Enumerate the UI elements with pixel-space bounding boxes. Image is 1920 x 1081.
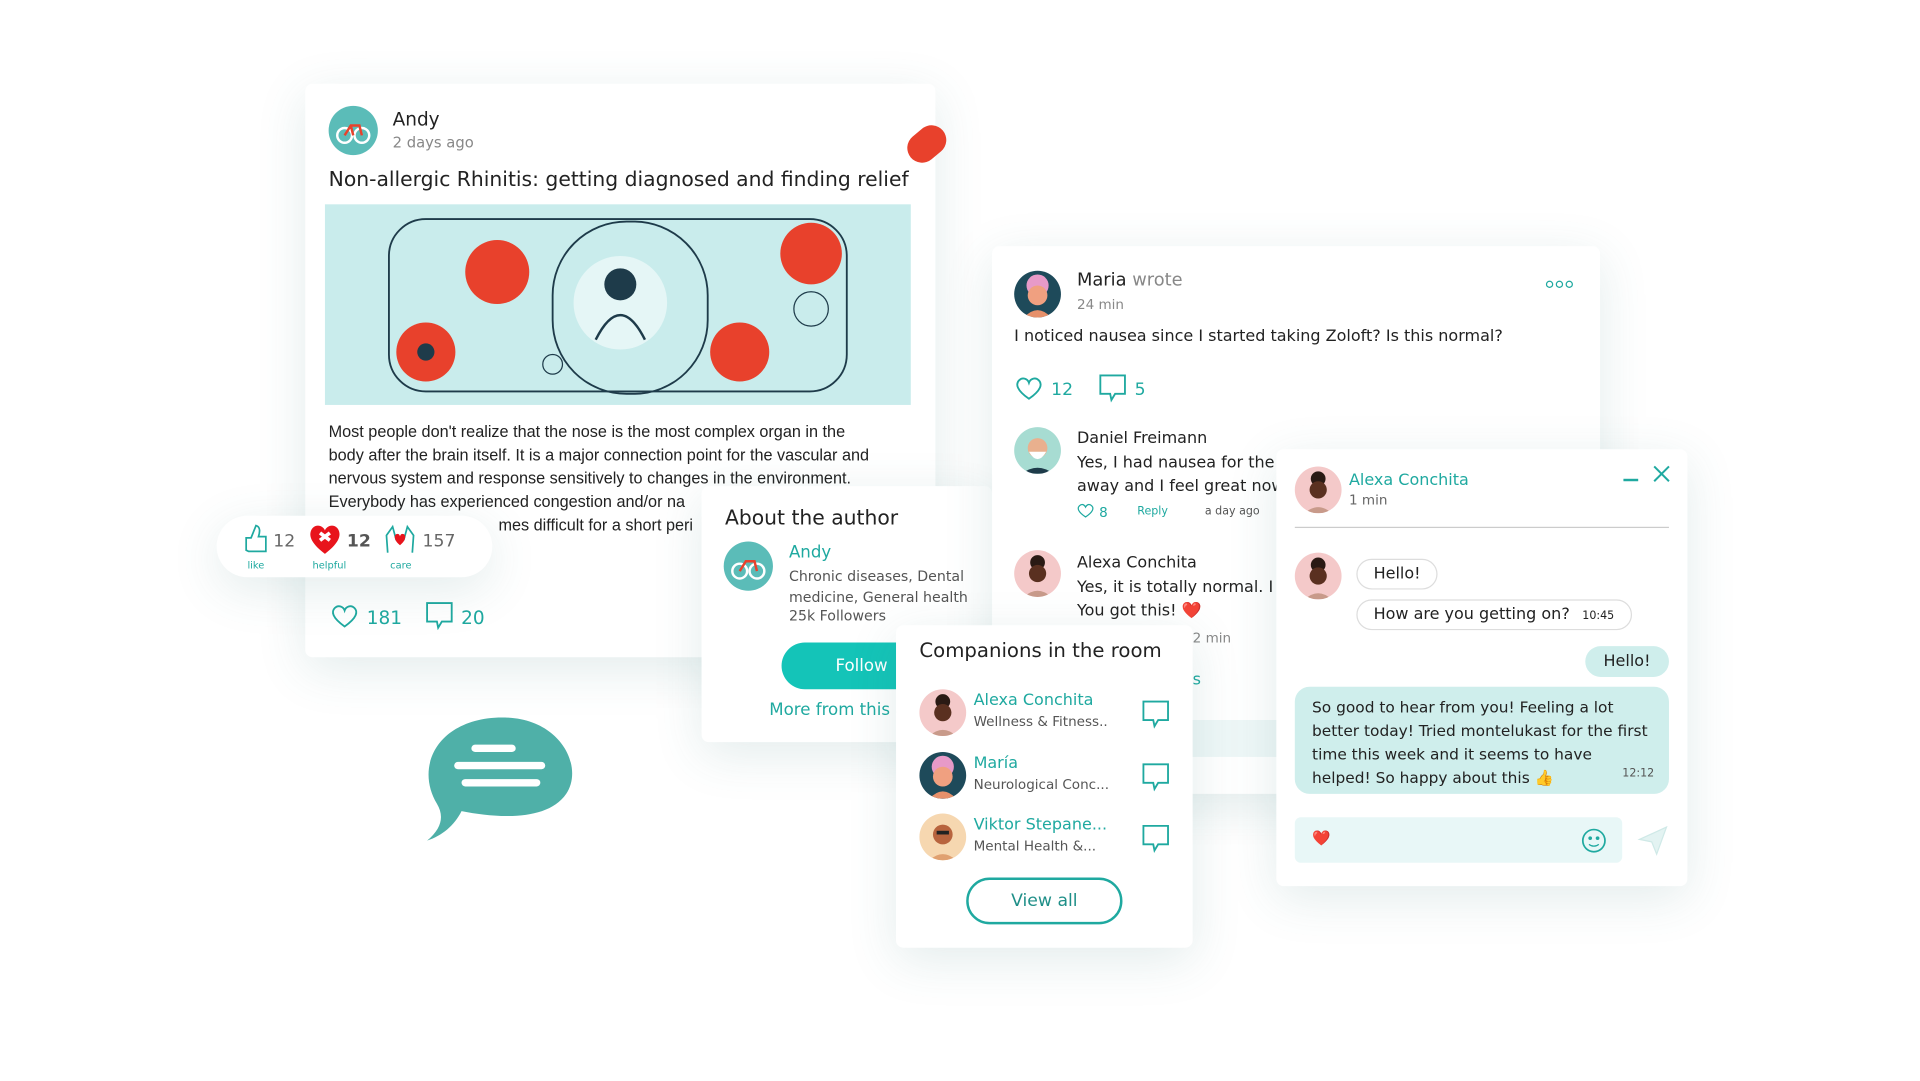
emoji-icon[interactable] — [1580, 827, 1607, 859]
daniel-avatar — [1014, 427, 1061, 474]
reply-line: away and I feel great now. — [1076, 477, 1289, 497]
avatar — [919, 752, 967, 799]
companion-item[interactable]: Viktor Stepane... Mental Health &... — [919, 813, 1177, 863]
message-bubble-own: Hello! — [1585, 646, 1669, 677]
companion-topic: Wellness & Fitness.. — [973, 713, 1108, 730]
minimize-icon[interactable] — [1623, 478, 1639, 481]
reply-button[interactable]: Reply — [1137, 506, 1168, 518]
avatar — [919, 813, 967, 861]
thread-question: I noticed nausea since I started taking … — [1014, 327, 1503, 346]
reaction-helpful[interactable]: 12 helpful — [307, 522, 371, 571]
message-bubble-own: So good to hear from you! Feeling a lot … — [1294, 686, 1669, 794]
sender-avatar — [1294, 552, 1342, 600]
reply-author[interactable]: Alexa Conchita — [1077, 554, 1197, 572]
author-avatar — [723, 541, 773, 591]
chat-input-value: ❤️ — [1312, 829, 1331, 847]
speech-bubble-decoration — [425, 717, 578, 848]
companion-topic: Neurological Conc... — [973, 776, 1110, 793]
reply-time: 2 min — [1192, 630, 1232, 647]
reply-text: Yes, it is totally normal. I fo You got … — [1077, 576, 1294, 623]
message-time: 12:12 — [1622, 768, 1655, 781]
comment-icon[interactable] — [424, 601, 454, 635]
about-title: About the author — [724, 505, 899, 530]
message-bubble: Hello! — [1356, 558, 1438, 590]
companion-name[interactable]: Viktor Stepane... — [974, 816, 1108, 834]
message-time: 10:45 — [1582, 610, 1615, 623]
more-options-icon[interactable] — [1545, 280, 1573, 289]
message-text: So good to hear from you! Feeling a lot … — [1312, 697, 1648, 787]
thread-comments: 5 — [1134, 380, 1146, 401]
reaction-label: like — [247, 559, 265, 571]
post-time: 2 days ago — [392, 134, 474, 152]
send-icon[interactable] — [1637, 825, 1669, 862]
chat-contact-name[interactable]: Alexa Conchita — [1349, 471, 1469, 489]
reaction-care[interactable]: 157 care — [383, 522, 455, 570]
heart-icon[interactable] — [1077, 502, 1094, 522]
companions-title: Companions in the room — [919, 638, 1162, 663]
message-bubble: How are you getting on? 10:45 — [1356, 599, 1632, 631]
chat-window: Alexa Conchita 1 min Hello! How are you … — [1276, 449, 1688, 887]
reaction-like[interactable]: 12 like — [239, 522, 295, 570]
reply-likes: 8 — [1099, 504, 1108, 521]
message-icon[interactable] — [1141, 762, 1171, 796]
chat-input[interactable]: ❤️ — [1294, 817, 1623, 863]
author-followers: 25k Followers — [788, 606, 886, 625]
chat-status: 1 min — [1348, 492, 1388, 509]
reaction-count: 157 — [422, 531, 456, 551]
reaction-count: 12 — [346, 531, 371, 551]
heart-icon[interactable] — [1014, 374, 1044, 406]
body-line: body after the brain itself. It is a maj… — [328, 445, 870, 465]
post-comments: 20 — [461, 606, 485, 629]
thread-actions: 12 5 — [1014, 373, 1146, 407]
post-likes: 181 — [366, 606, 403, 629]
author-name[interactable]: Maria — [1077, 271, 1127, 291]
post-actions: 181 20 — [330, 601, 485, 635]
author-name[interactable]: Andy — [789, 543, 831, 563]
view-all-button[interactable]: View all — [966, 877, 1123, 925]
maria-avatar — [1014, 270, 1061, 318]
companion-name[interactable]: Alexa Conchita — [974, 692, 1094, 710]
reply-line: Yes, I had nausea for the fir — [1076, 454, 1297, 473]
thread-time: 24 min — [1076, 296, 1125, 313]
companion-name[interactable]: María — [974, 754, 1018, 772]
reaction-label: helpful — [312, 559, 347, 571]
wrote-label: wrote — [1132, 270, 1183, 291]
companion-topic: Mental Health &... — [973, 838, 1097, 855]
message-icon[interactable] — [1141, 823, 1171, 857]
author-specialties: Chronic diseases, Dental medicine, Gener… — [788, 567, 968, 605]
reply-text: Yes, I had nausea for the fir away and I… — [1077, 452, 1296, 499]
reaction-label: care — [390, 559, 412, 571]
post-author[interactable]: Andy — [393, 108, 440, 130]
reactions-bar: 12 like 12 helpful 157 care — [216, 515, 493, 578]
message-icon[interactable] — [1141, 699, 1171, 733]
chat-avatar — [1294, 466, 1342, 514]
message-text: How are you getting on? — [1373, 605, 1570, 625]
chat-divider — [1294, 526, 1669, 529]
alexa-avatar — [1014, 550, 1061, 597]
heart-icon[interactable] — [330, 602, 360, 634]
reply-author[interactable]: Daniel Freimann — [1077, 430, 1207, 448]
more-from-author-link[interactable]: More from this a — [769, 700, 905, 720]
avatar — [328, 105, 378, 156]
reaction-count: 12 — [273, 531, 296, 551]
post-illustration — [324, 204, 911, 405]
thumbs-up-icon — [239, 522, 269, 559]
close-icon[interactable] — [1653, 464, 1670, 487]
reply-line: You got this! ❤️ — [1076, 601, 1202, 621]
companion-item[interactable]: María Neurological Conc... — [919, 752, 1177, 801]
thread-author: Maria wrote — [1077, 271, 1183, 291]
reply-line: Yes, it is totally normal. I fo — [1076, 578, 1294, 597]
reply-time: a day ago — [1204, 505, 1260, 519]
post-title[interactable]: Non-allergic Rhinitis: getting diagnosed… — [329, 167, 909, 190]
reply-meta: 8 Reply a day ago — [1077, 502, 1260, 522]
reply-extra: s — [1192, 670, 1201, 690]
avatar — [919, 689, 967, 737]
body-line: Most people don't realize that the nose … — [328, 422, 846, 441]
companions-card: Companions in the room Alexa Conchita We… — [896, 625, 1193, 948]
thread-likes: 12 — [1051, 380, 1074, 401]
care-hands-icon — [383, 522, 417, 559]
heart-bandage-icon — [307, 522, 341, 559]
comment-icon[interactable] — [1098, 373, 1128, 407]
companion-item[interactable]: Alexa Conchita Wellness & Fitness.. — [919, 689, 1177, 738]
